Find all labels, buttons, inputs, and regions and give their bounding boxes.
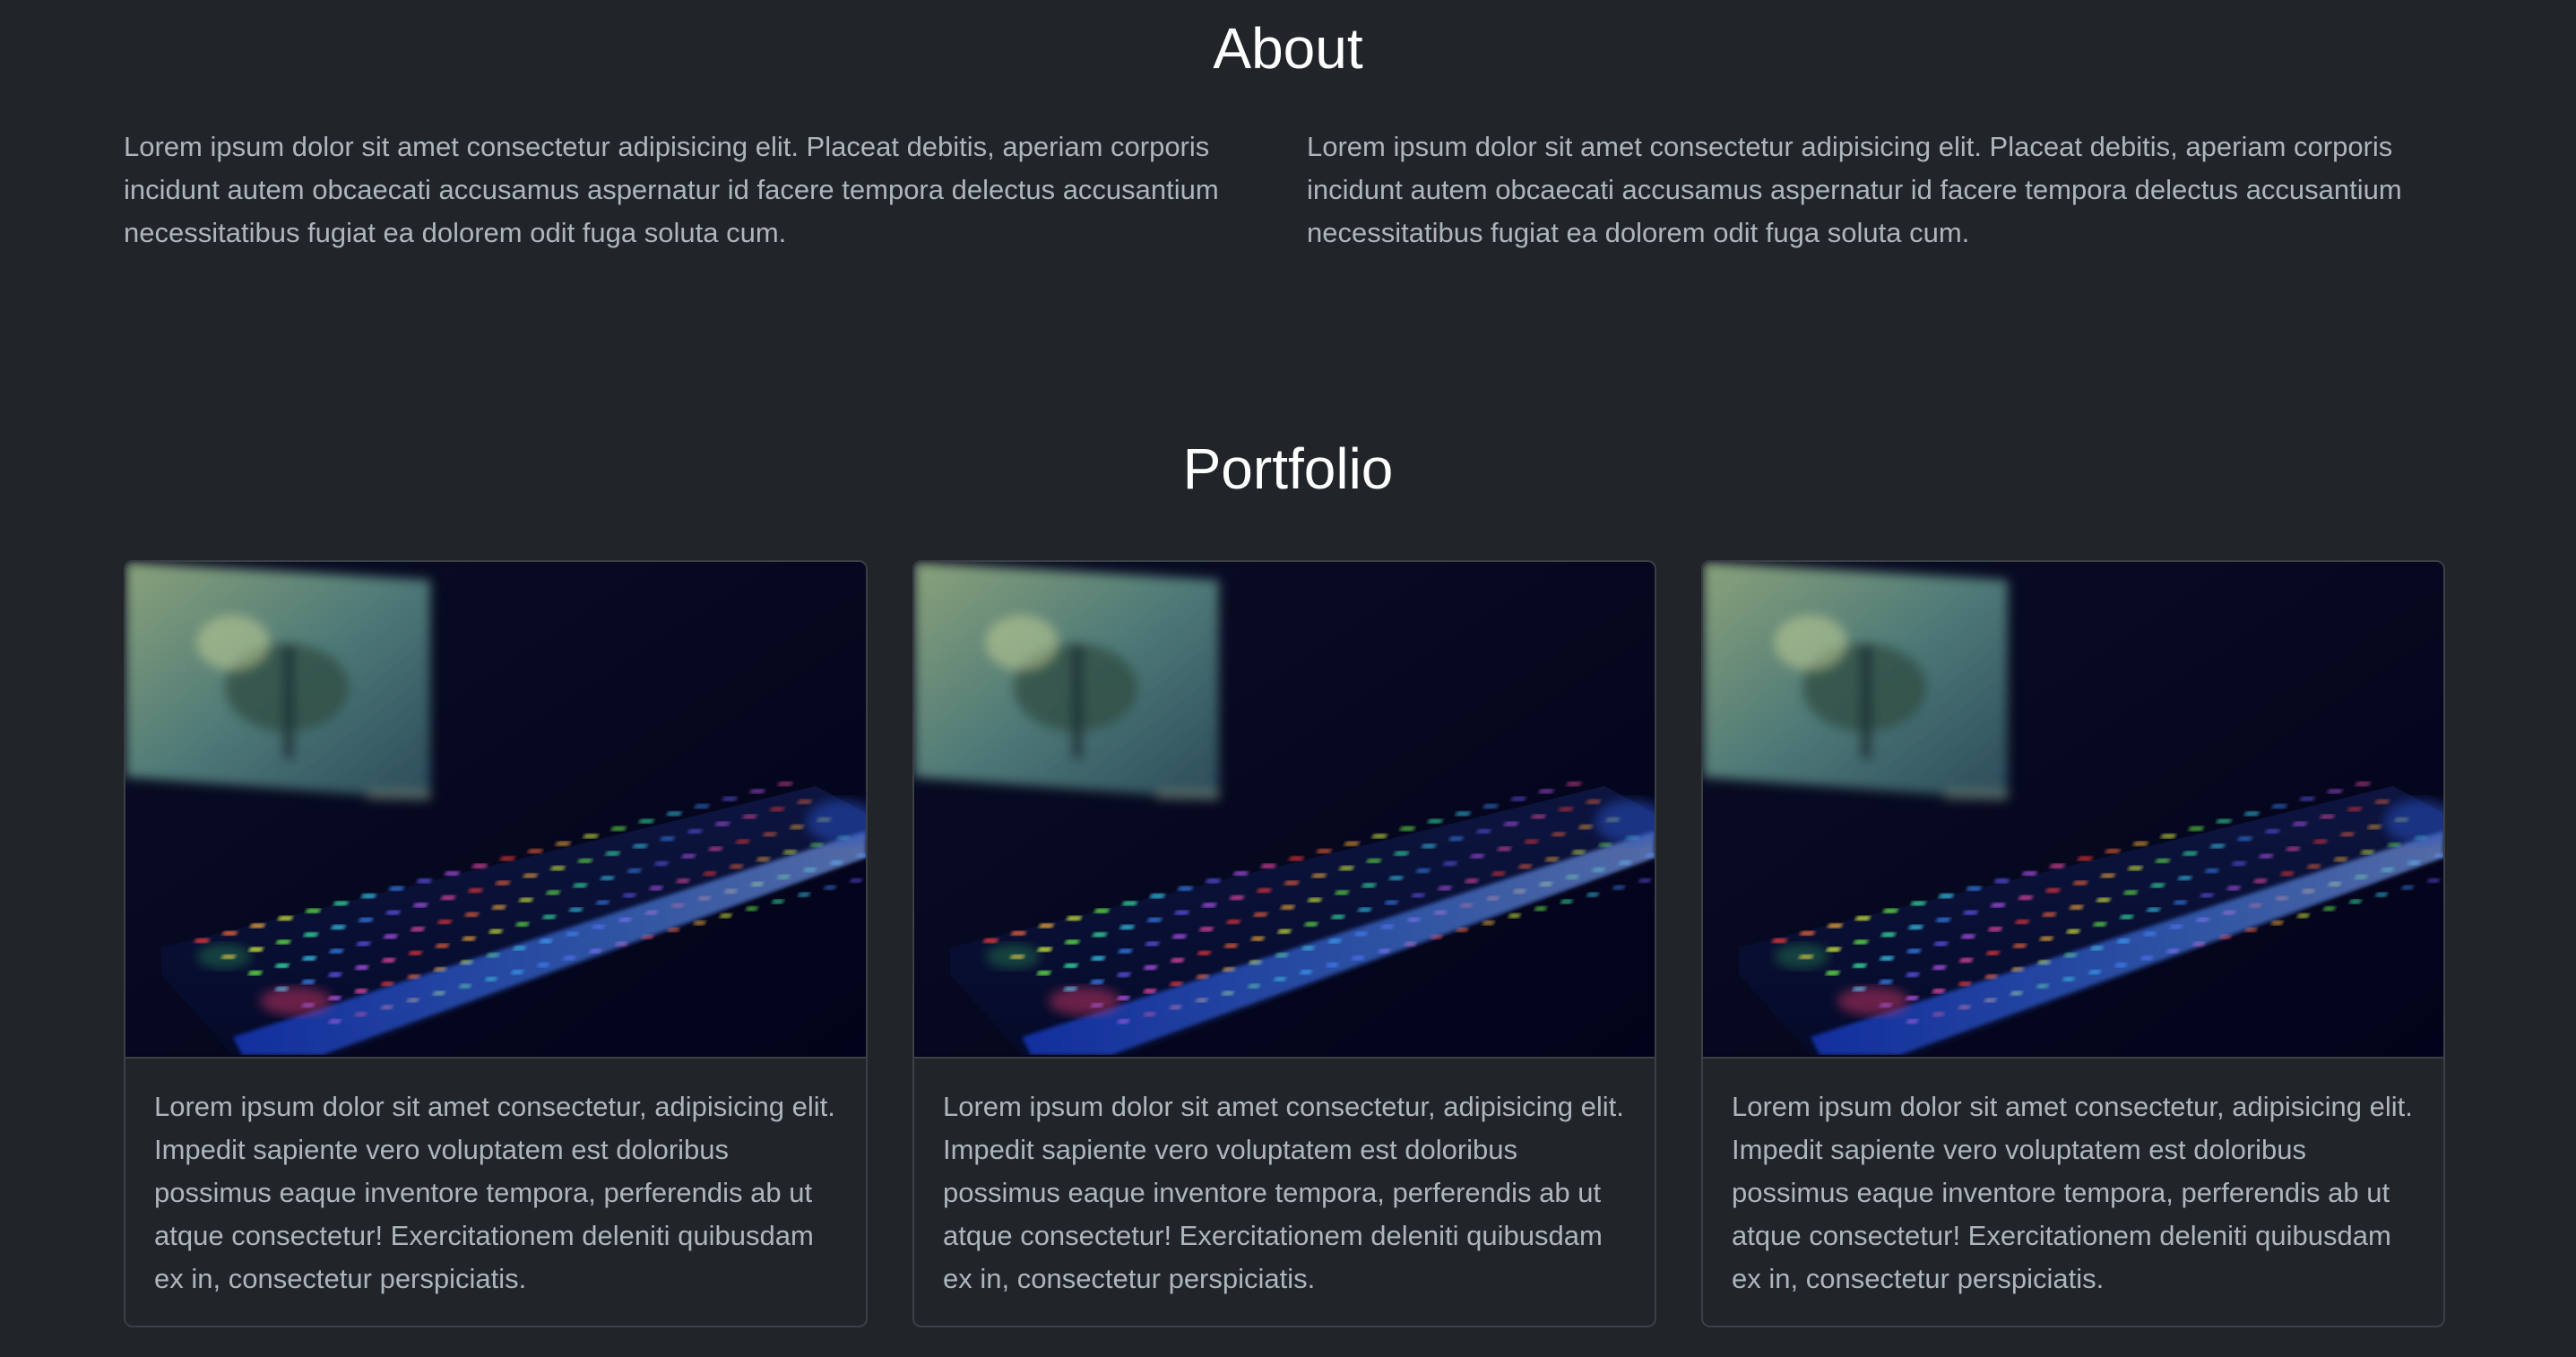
about-paragraph-right: Lorem ipsum dolor sit amet consectetur a… xyxy=(1307,131,2402,248)
card-text: Lorem ipsum dolor sit amet consectetur, … xyxy=(154,1091,835,1294)
about-title: About xyxy=(1213,16,1363,81)
card-text: Lorem ipsum dolor sit amet consectetur, … xyxy=(1732,1091,2413,1294)
keyboard-photo xyxy=(914,562,1655,1059)
keyboard-photo xyxy=(125,562,866,1059)
page: About Lorem ipsum dolor sit amet consect… xyxy=(0,0,2576,1357)
portfolio-card: Lorem ipsum dolor sit amet consectetur, … xyxy=(912,560,1656,1327)
card-text: Lorem ipsum dolor sit amet consectetur, … xyxy=(943,1091,1624,1294)
keyboard-photo xyxy=(1703,562,2443,1059)
portfolio-card: Lorem ipsum dolor sit amet consectetur, … xyxy=(1701,560,2445,1327)
about-paragraph-left: Lorem ipsum dolor sit amet consectetur a… xyxy=(124,131,1219,248)
portfolio-title: Portfolio xyxy=(1182,436,1394,501)
portfolio-card: Lorem ipsum dolor sit amet consectetur, … xyxy=(124,560,868,1327)
